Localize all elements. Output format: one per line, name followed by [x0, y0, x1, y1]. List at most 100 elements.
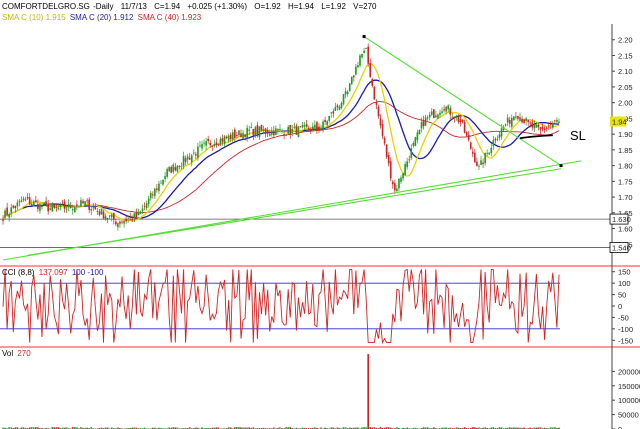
- candle-body: [203, 142, 205, 144]
- candle-body: [494, 138, 497, 141]
- candle-body: [375, 101, 378, 105]
- candle-body: [324, 119, 326, 122]
- candle-body: [69, 205, 72, 208]
- candle-body: [213, 144, 216, 146]
- candle-body: [455, 115, 458, 118]
- candle-body: [367, 46, 370, 64]
- candle-body: [123, 221, 125, 224]
- candle-body: [117, 223, 119, 228]
- close-label: C=1.94: [154, 2, 181, 11]
- candle-body: [2, 219, 4, 221]
- candle-body: [533, 124, 536, 129]
- candle-body: [67, 203, 70, 208]
- candle-body: [270, 130, 273, 135]
- candle-body: [342, 93, 345, 104]
- vol-tick-label: 0: [618, 425, 622, 429]
- chart-svg: COMFORTDELGRO.SG -Daily 11/7/13 C=1.94 +…: [0, 0, 640, 429]
- candle-body: [529, 122, 532, 124]
- candle-body: [160, 182, 162, 184]
- candle-body: [291, 129, 294, 134]
- candle-body: [115, 221, 117, 225]
- candle-body: [476, 161, 478, 167]
- candle-body: [151, 194, 154, 196]
- candle-body: [184, 158, 187, 162]
- candle-body: [535, 124, 538, 128]
- candle-body: [131, 218, 134, 221]
- candle-body: [449, 108, 452, 115]
- candle-body: [256, 125, 259, 134]
- candle-body: [543, 128, 546, 131]
- candle-body: [24, 199, 27, 201]
- candle-body: [51, 205, 54, 212]
- candle-body: [328, 116, 331, 121]
- candle-body: [192, 152, 195, 154]
- candle-body: [459, 119, 462, 122]
- candle-body: [76, 204, 78, 206]
- candle-body: [209, 142, 212, 146]
- candle-body: [186, 156, 189, 160]
- candle-body: [143, 206, 146, 207]
- candle-body: [45, 201, 47, 205]
- candle-body: [428, 114, 431, 118]
- candle-body: [219, 138, 222, 146]
- candle-body: [168, 166, 171, 172]
- candle-body: [190, 155, 193, 163]
- candle-body: [20, 200, 23, 202]
- candle-body: [227, 135, 230, 141]
- candle-body: [197, 146, 199, 158]
- candle-body: [180, 165, 183, 167]
- candle-body: [301, 125, 304, 128]
- candle-body: [260, 124, 263, 131]
- candle-body: [293, 126, 296, 128]
- candle-body: [433, 109, 435, 119]
- candle-body: [396, 188, 398, 192]
- candle-body: [416, 132, 419, 141]
- candle-body: [26, 197, 29, 199]
- candle-body: [82, 201, 84, 204]
- candle-body: [195, 154, 197, 156]
- candle-body: [287, 127, 290, 134]
- candle-body: [199, 145, 201, 147]
- candle-body: [250, 127, 253, 129]
- candle-body: [221, 138, 224, 142]
- candle-body: [65, 208, 68, 210]
- candle-body: [262, 129, 265, 131]
- candle-body: [437, 114, 439, 119]
- candle-body: [100, 208, 103, 215]
- candle-body: [272, 130, 275, 136]
- candle-body: [285, 134, 287, 136]
- candle-body: [453, 116, 456, 119]
- low-label: L=1.92: [321, 2, 346, 11]
- candle-body: [229, 134, 232, 140]
- candle-body: [281, 131, 283, 132]
- candle-body: [231, 132, 234, 140]
- candle-body: [275, 128, 277, 135]
- candle-body: [59, 204, 62, 207]
- candle-body: [74, 207, 76, 212]
- candle-body: [541, 126, 544, 130]
- candle-body: [299, 126, 302, 128]
- candle-body: [268, 133, 271, 136]
- candle-body: [551, 123, 554, 128]
- price-tick-label: 1.70: [618, 193, 633, 202]
- candle-body: [106, 217, 109, 220]
- cci-legend-bands: 100 -100: [72, 268, 104, 277]
- price-tick-label: 2.10: [618, 67, 633, 76]
- candle-body: [447, 105, 450, 110]
- candle-body: [80, 200, 82, 207]
- candle-body: [303, 125, 306, 127]
- candle-body: [451, 117, 454, 118]
- candle-body: [225, 136, 228, 139]
- candle-body: [182, 155, 185, 167]
- candle-body: [135, 212, 138, 217]
- vol-tick-label: 50000: [618, 411, 639, 420]
- candle-body: [96, 211, 99, 212]
- candle-body: [121, 221, 123, 223]
- trendline-marker: [362, 35, 366, 39]
- candle-body: [156, 188, 158, 190]
- cci-tick-label: 0: [618, 302, 622, 311]
- candle-body: [63, 201, 66, 209]
- candle-body: [525, 118, 527, 121]
- candle-body: [246, 127, 248, 139]
- candle-body: [332, 111, 335, 114]
